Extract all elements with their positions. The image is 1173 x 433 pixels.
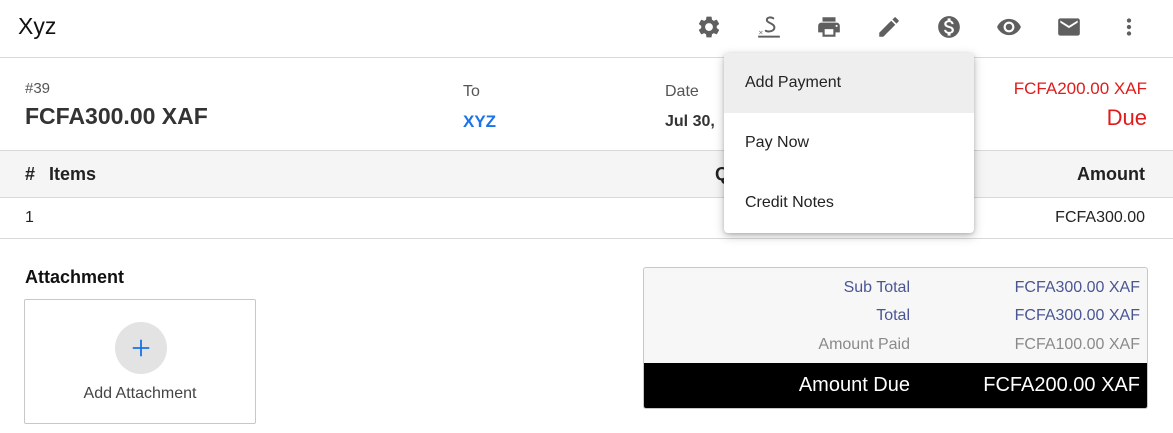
gear-icon — [698, 16, 720, 38]
top-bar: Xyz × — [0, 0, 1173, 58]
signature-button[interactable]: × — [754, 12, 784, 42]
row-amount: FCFA300.00 — [1055, 209, 1145, 226]
payment-dropdown-menu: Add Payment Pay Now Credit Notes — [724, 53, 974, 233]
add-circle — [115, 322, 167, 374]
more-options-button[interactable] — [1114, 12, 1144, 42]
payment-button[interactable] — [934, 12, 964, 42]
table-row: 1 FCFA300.00 — [0, 198, 1173, 239]
total-value: FCFA300.00 XAF — [1014, 307, 1140, 324]
amount-due-label: Amount Due — [798, 374, 910, 396]
menu-item-pay-now[interactable]: Pay Now — [724, 113, 974, 173]
eye-icon — [997, 18, 1021, 36]
mail-icon — [1058, 18, 1080, 36]
attachment-title: Attachment — [25, 267, 125, 287]
total-label: Total — [876, 307, 910, 324]
menu-item-credit-notes[interactable]: Credit Notes — [724, 173, 974, 233]
total-row: Total FCFA300.00 XAF — [644, 307, 1147, 333]
add-attachment-label: Add Attachment — [83, 385, 197, 402]
col-number: # — [25, 164, 36, 184]
sub-total-label: Sub Total — [843, 279, 910, 296]
row-number: 1 — [25, 209, 34, 226]
toolbar: × — [0, 0, 1173, 58]
print-button[interactable] — [814, 12, 844, 42]
to-label: To — [463, 83, 480, 100]
plus-icon — [132, 339, 150, 357]
amount-paid-value: FCFA100.00 XAF — [1014, 336, 1140, 353]
due-amount: FCFA200.00 XAF — [1013, 79, 1147, 98]
signature-icon: × — [758, 16, 780, 38]
email-button[interactable] — [1054, 12, 1084, 42]
dollar-icon — [938, 16, 960, 38]
amount-due-value: FCFA200.00 XAF — [983, 374, 1140, 396]
svg-text:×: × — [758, 29, 763, 37]
menu-item-add-payment[interactable]: Add Payment — [724, 53, 974, 113]
add-attachment-button[interactable]: Add Attachment — [24, 299, 256, 424]
date-label: Date — [665, 83, 699, 100]
sub-total-row: Sub Total FCFA300.00 XAF — [644, 279, 1147, 305]
preview-button[interactable] — [994, 12, 1024, 42]
col-amount: Amount — [1077, 164, 1145, 184]
print-icon — [818, 17, 840, 37]
totals-panel: Sub Total FCFA300.00 XAF Total FCFA300.0… — [643, 267, 1148, 409]
customer-link[interactable]: XYZ — [463, 112, 496, 132]
pencil-icon — [879, 17, 899, 37]
items-table-header: # Items Q Amount — [0, 151, 1173, 198]
invoice-date: Jul 30, — [665, 113, 715, 130]
due-status: Due — [1106, 105, 1147, 130]
amount-paid-row: Amount Paid FCFA100.00 XAF — [644, 336, 1147, 362]
sub-total-value: FCFA300.00 XAF — [1014, 279, 1140, 296]
invoice-number: #39 — [25, 80, 51, 97]
more-vert-icon — [1126, 18, 1132, 36]
settings-button[interactable] — [694, 12, 724, 42]
invoice-total: FCFA300.00 XAF — [25, 103, 208, 129]
amount-paid-label: Amount Paid — [818, 336, 910, 353]
col-items: Items — [49, 164, 97, 184]
amount-due-row: Amount Due FCFA200.00 XAF — [644, 363, 1147, 408]
edit-button[interactable] — [874, 12, 904, 42]
invoice-summary: #39 FCFA300.00 XAF To XYZ Date Jul 30, F… — [0, 58, 1173, 151]
